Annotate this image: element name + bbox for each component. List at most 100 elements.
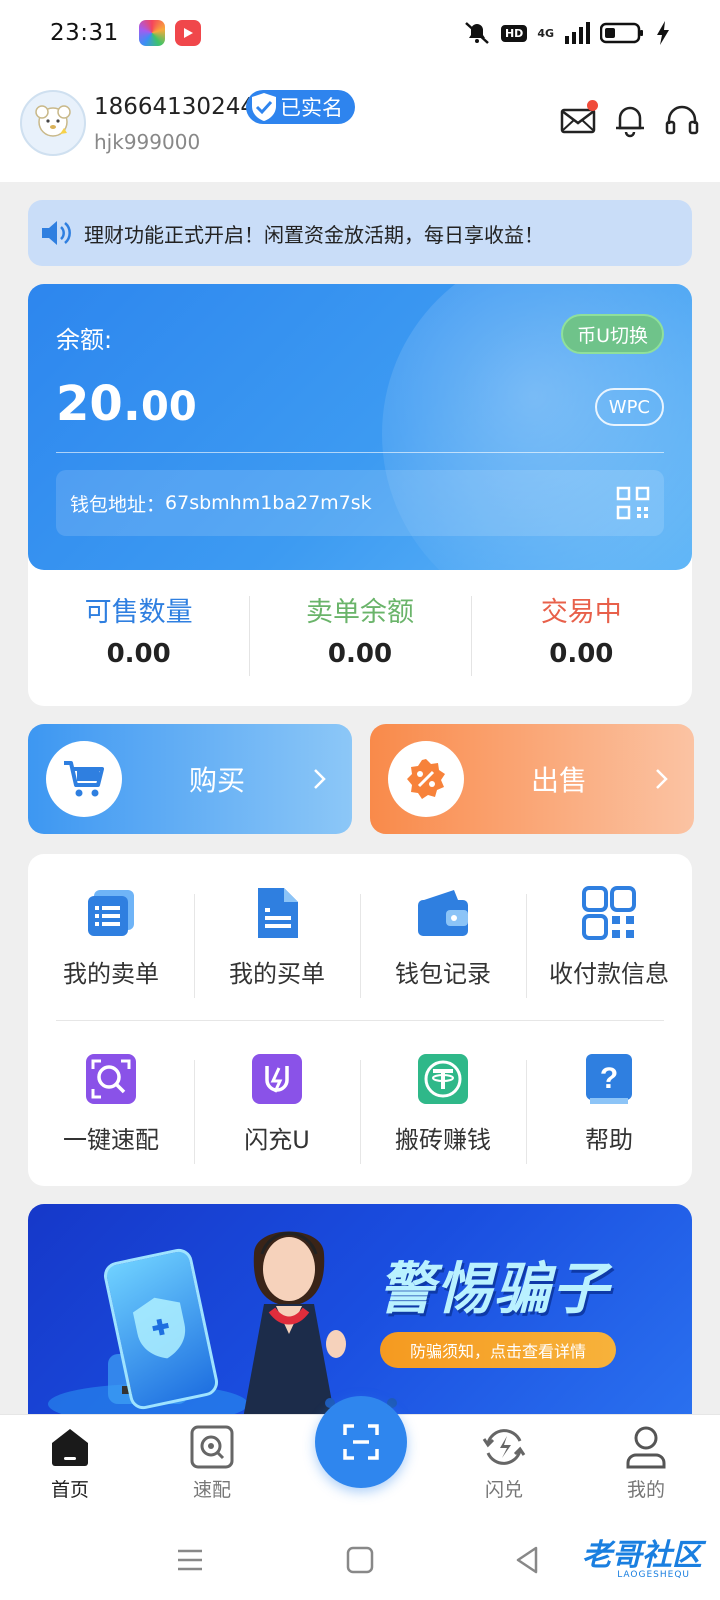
menu-item-my-buy-orders[interactable]: 我的买单 — [194, 864, 360, 1014]
menu-item-flash-charge[interactable]: 闪充U — [194, 1030, 360, 1180]
qr-code-icon — [582, 886, 636, 940]
menu-item-wallet-records[interactable]: 钱包记录 — [360, 864, 526, 1014]
hd-badge: HD — [500, 24, 528, 42]
mail-button[interactable] — [560, 100, 598, 138]
menu-label: 闪充U — [244, 1126, 310, 1154]
banner-title: 警惕骗子 — [378, 1257, 610, 1322]
agent-illustration — [243, 1231, 346, 1414]
menu-item-earn-money[interactable]: 搬砖赚钱 — [360, 1030, 526, 1180]
sell-label: 出售 — [530, 764, 587, 797]
cart-icon — [64, 761, 104, 797]
anti-fraud-banner[interactable]: 警惕骗子 防骗须知，点击查看详情 — [28, 1204, 692, 1414]
menu-separator — [56, 1020, 664, 1021]
status-time: 23:31 — [50, 20, 119, 46]
username: hjk999000 — [94, 130, 201, 154]
menu-label: 钱包记录 — [395, 960, 491, 988]
profile-icon — [626, 1426, 666, 1469]
currency-switch-button[interactable]: 币U切换 — [561, 314, 664, 354]
banner-subtitle[interactable]: 防骗须知，点击查看详情 — [380, 1332, 617, 1368]
header-actions — [560, 100, 700, 138]
balance-decimal: 00 — [141, 384, 197, 430]
network-type-label: 4G — [537, 26, 554, 40]
menu-icon[interactable] — [172, 1542, 208, 1578]
menu-label: 收付款信息 — [549, 960, 669, 988]
status-indicators: HD 4G — [463, 21, 670, 45]
home-square-icon[interactable] — [342, 1542, 378, 1578]
wpc-button[interactable]: WPC — [594, 388, 664, 426]
status-app-icons — [138, 20, 201, 46]
stat-value: 0.00 — [106, 639, 171, 669]
headset-icon — [665, 105, 699, 135]
avatar[interactable] — [20, 90, 86, 156]
menu-label: 我的卖单 — [63, 960, 159, 988]
notification-button[interactable] — [612, 102, 648, 138]
menu-item-my-sell-orders[interactable]: 我的卖单 — [28, 864, 194, 1014]
menu-row: 我的卖单 我的买单 钱包记录 收付款信息 — [28, 864, 692, 1014]
watermark-logo: 老哥社区 — [582, 1538, 702, 1573]
sell-orders-icon — [88, 890, 134, 936]
announcement-bar[interactable]: 理财功能正式开启！闲置资金放活期，每日享收益！ — [28, 200, 692, 266]
stat-label: 可售数量 — [84, 597, 193, 628]
sell-button[interactable]: 出售 — [370, 724, 694, 834]
stat-value: 0.00 — [327, 639, 393, 669]
verified-label: 已实名 — [280, 96, 343, 120]
card-divider — [56, 452, 664, 453]
stat-available: 可售数量 0.00 — [28, 586, 249, 682]
nav-quick-match[interactable]: 速配 — [162, 1425, 262, 1502]
menu-row: 一键速配 闪充U 搬砖赚钱 ? 帮助 — [28, 1030, 692, 1180]
profile-header: 18664130244 已实名 hjk999000 — [0, 66, 720, 182]
bell-icon — [616, 106, 644, 138]
customer-service-button[interactable] — [664, 102, 700, 138]
nav-home[interactable]: 首页 — [20, 1425, 120, 1502]
flash-exchange-icon — [482, 1429, 526, 1465]
quick-match-icon — [86, 1054, 136, 1104]
balance-label: 余额: — [56, 326, 113, 354]
menu-item-payment-info[interactable]: 收付款信息 — [526, 864, 692, 1014]
menu-item-quick-match[interactable]: 一键速配 — [28, 1030, 194, 1180]
battery-icon — [600, 22, 643, 44]
buy-button[interactable]: 购买 — [28, 724, 352, 834]
speaker-icon — [42, 221, 71, 245]
balance-integer: 20. — [56, 376, 142, 432]
mute-icon — [465, 22, 489, 44]
menu-item-help[interactable]: ? 帮助 — [526, 1030, 692, 1180]
buy-label: 购买 — [188, 764, 245, 797]
cart-icon-circle — [46, 741, 122, 817]
balance-value: 20.00 — [56, 376, 197, 432]
nav-flash-exchange[interactable]: 闪兑 — [454, 1425, 554, 1502]
video-app-icon — [174, 20, 201, 46]
phone-number: 18664130244 — [94, 94, 255, 120]
qr-code-icon[interactable] — [616, 486, 650, 520]
charging-icon — [657, 21, 669, 45]
stat-trading: 交易中 0.00 — [470, 586, 692, 682]
nav-label: 我的 — [626, 1479, 665, 1501]
nav-label: 首页 — [50, 1479, 89, 1501]
wallet-icon — [418, 890, 468, 936]
wallet-address: 67sbmhm1ba27m7sk — [165, 492, 372, 514]
stat-label: 交易中 — [540, 597, 622, 628]
nav-label: 速配 — [192, 1479, 231, 1501]
discount-badge-icon — [407, 759, 445, 799]
nav-label: 闪兑 — [484, 1479, 523, 1501]
watermark-subtext: LAOGESHEQU — [617, 1570, 690, 1580]
stat-label: 卖单余额 — [305, 597, 414, 628]
scan-button[interactable] — [315, 1396, 407, 1488]
stats-row: 可售数量 0.00 卖单余额 0.00 交易中 0.00 — [28, 586, 692, 682]
chevron-right-icon — [656, 769, 668, 789]
nav-profile[interactable]: 我的 — [596, 1425, 696, 1502]
buy-orders-icon — [258, 888, 298, 938]
svg-text:?: ? — [600, 1062, 618, 1095]
announcement-text: 理财功能正式开启！闲置资金放活期，每日享收益！ — [84, 222, 544, 247]
wallet-address-box[interactable]: 钱包地址： 67sbmhm1ba27m7sk — [56, 470, 664, 536]
menu-label: 帮助 — [585, 1126, 633, 1154]
menu-label: 搬砖赚钱 — [395, 1126, 491, 1154]
unread-dot — [587, 100, 598, 111]
back-icon[interactable] — [510, 1542, 546, 1578]
status-bar: 23:31 HD 4G — [0, 0, 720, 66]
scan-icon — [343, 1424, 379, 1460]
shield-check-icon — [252, 93, 276, 121]
help-icon: ? — [586, 1054, 632, 1104]
system-navigation-bar: 老哥社区 LAOGESHEQU — [0, 1520, 720, 1600]
signal-icon — [565, 22, 590, 44]
chevron-right-icon — [314, 769, 326, 789]
